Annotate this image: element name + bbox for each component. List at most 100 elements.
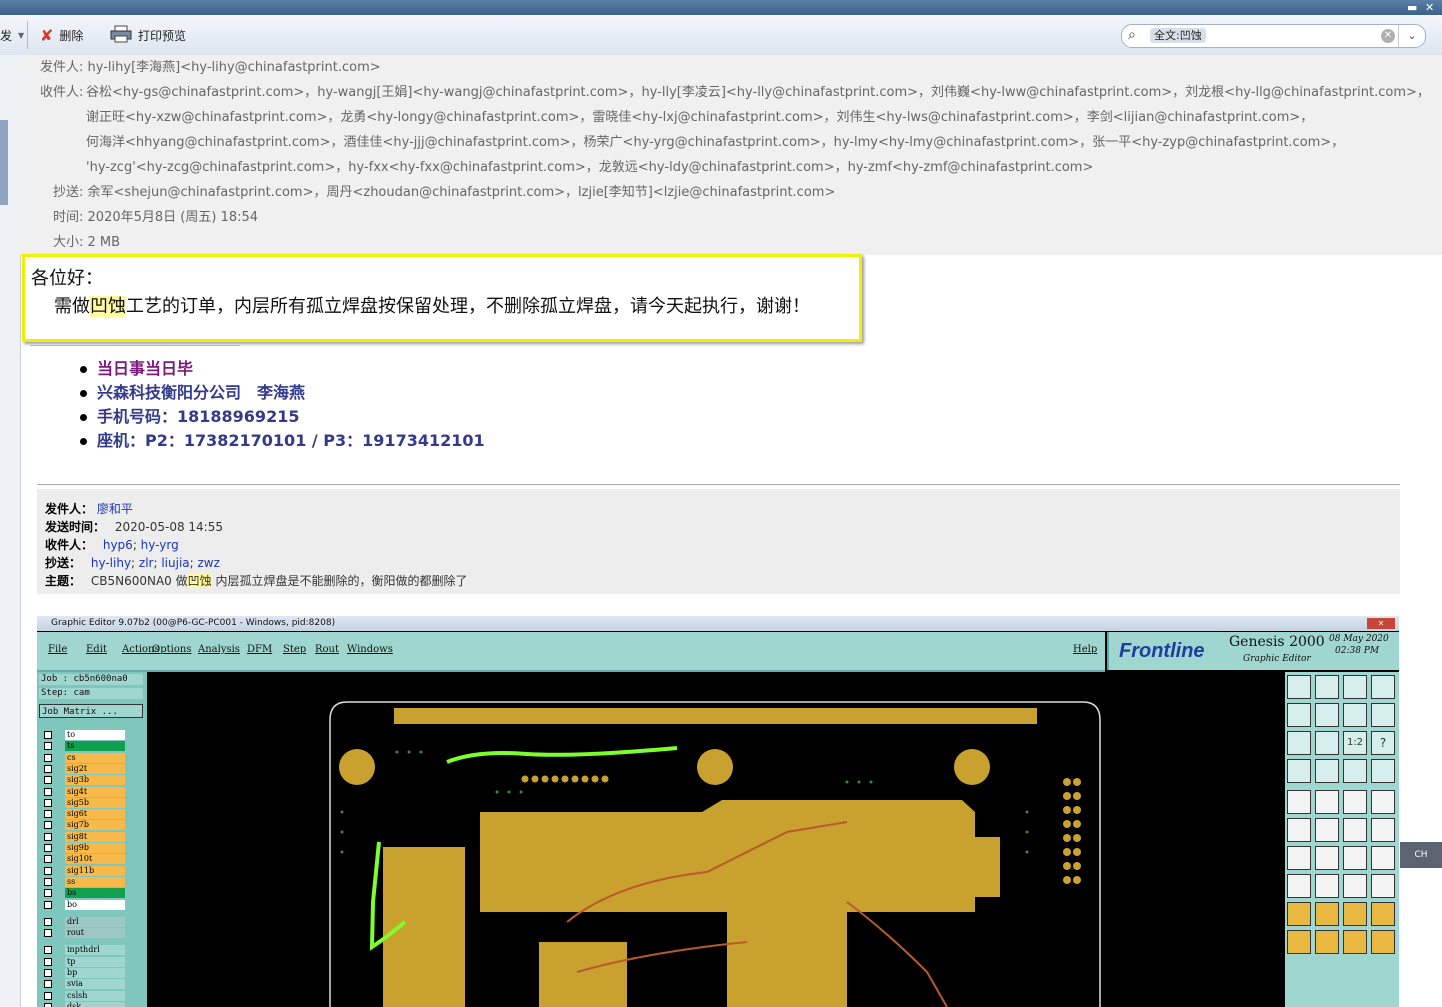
menu-file: File xyxy=(48,644,68,655)
tool-icon xyxy=(1343,846,1367,870)
forward-divider xyxy=(37,484,1400,485)
layer-checkbox xyxy=(44,742,52,751)
layer-checkbox xyxy=(44,832,52,841)
tool-icon xyxy=(1343,759,1367,783)
layer-row: drl xyxy=(39,916,125,927)
layer-checkbox xyxy=(44,889,52,898)
print-preview-label: 打印预览 xyxy=(138,28,187,43)
search-query-chip[interactable]: 全文:凹蚀 xyxy=(1150,28,1206,43)
language-indicator[interactable]: CH xyxy=(1400,842,1442,868)
layer-row: sig3b xyxy=(39,775,125,786)
tool-icon xyxy=(1315,818,1339,842)
menu-step: Step xyxy=(283,644,307,655)
signature-line: 当日事当日毕 xyxy=(80,357,485,381)
layer-checkbox xyxy=(44,929,52,938)
product-subname: Graphic Editor xyxy=(1243,654,1311,664)
menu-options: Options xyxy=(152,644,192,655)
message-text: 需做凹蚀工艺的订单，内层所有孤立焊盘按保留处理，不删除孤立焊盘，请今天起执行，谢… xyxy=(54,292,810,318)
menu-rout: Rout xyxy=(315,644,340,655)
to-line-2[interactable]: 谢正旺<hy-xzw@chinafastprint.com>，龙勇<hy-lon… xyxy=(86,106,1313,125)
clear-search-icon[interactable]: ✕ xyxy=(1381,29,1395,43)
layer-panel: Job : cb5n600na0 Step: cam Job Matrix ..… xyxy=(37,672,147,1007)
folder-pane[interactable] xyxy=(0,55,21,1007)
close-icon[interactable]: ✕ xyxy=(1425,1,1434,14)
fwd-subject-row: 主题： CB5N600NA0 做凹蚀 内层孤立焊盘是不能删除的，衡阳做的都删除了 xyxy=(45,572,467,589)
time-readout: 02:38 PM xyxy=(1335,646,1380,656)
layer-checkbox xyxy=(44,731,52,739)
tool-icon xyxy=(1371,703,1395,727)
delete-button[interactable]: ✘ 删除 xyxy=(40,25,83,45)
layer-row: svia xyxy=(39,979,125,990)
genesis-window-title-text: Graphic Editor 9.07b2 (00@P6-GC-PC001 - … xyxy=(51,618,336,628)
tool-icon xyxy=(1287,846,1311,870)
fwd-subject-label: 主题： xyxy=(45,574,82,588)
fwd-cc-recipient[interactable]: liujia xyxy=(161,556,189,570)
layer-checkbox xyxy=(44,917,52,926)
size-row: 大小: 2 MB xyxy=(53,231,120,250)
tool-icon xyxy=(1315,731,1339,755)
layer-checkbox xyxy=(44,991,52,1000)
minimize-icon[interactable]: ▬ xyxy=(1407,1,1417,14)
layer-row: bs xyxy=(39,888,125,899)
genesis-screenshot: Graphic Editor 9.07b2 (00@P6-GC-PC001 - … xyxy=(37,616,1399,1007)
cc-value[interactable]: 余军<shejun@chinafastprint.com>，周丹<zhoudan… xyxy=(88,185,836,200)
to-line-3[interactable]: 何海洋<hhyang@chinafastprint.com>，酒佳佳<hy-jj… xyxy=(86,131,1344,150)
message-text-highlight: 凹蚀 xyxy=(90,296,126,317)
to-line-4[interactable]: 'hy-zcg'<hy-zcg@chinafastprint.com>，hy-f… xyxy=(86,156,1093,175)
layer-checkbox xyxy=(44,855,52,864)
signature-divider xyxy=(30,345,240,346)
tool-icon xyxy=(1315,790,1339,814)
fwd-from-value[interactable]: 廖和平 xyxy=(97,502,133,516)
layer-name: ss xyxy=(65,876,125,887)
chevron-down-icon: ▼ xyxy=(18,30,25,40)
layer-name: bp xyxy=(65,968,125,978)
layer-row: dsk xyxy=(39,1001,125,1007)
message-text-after: 工艺的订单，内层所有孤立焊盘按保留处理，不删除孤立焊盘，请今天起执行，谢谢！ xyxy=(126,296,810,317)
help-icon: ? xyxy=(1371,731,1395,755)
fwd-cc-recipient[interactable]: zwz xyxy=(198,556,220,570)
layer-name: ts xyxy=(65,741,125,752)
layer-name: sig8t xyxy=(65,831,125,842)
fwd-cc-recipient[interactable]: zlr xyxy=(139,556,154,570)
layer-name: to xyxy=(65,730,125,740)
tool-icon xyxy=(1287,675,1311,699)
from-value[interactable]: hy-lihy[李海燕]<hy-lihy@chinafastprint.com> xyxy=(88,60,381,75)
to-line-1[interactable]: 谷松<hy-gs@chinafastprint.com>，hy-wangj[王娟… xyxy=(86,81,1430,100)
fwd-sent-value: 2020-05-08 14:55 xyxy=(114,520,223,534)
layer-name: sig4t xyxy=(65,786,125,797)
from-label: 发件人: xyxy=(40,60,84,75)
cut-off-button[interactable]: 发 ▼ xyxy=(0,25,24,45)
tool-icon xyxy=(1315,846,1339,870)
delete-icon: ✘ xyxy=(40,25,54,45)
step-field: Step: cam xyxy=(39,688,143,699)
layer-row: rout xyxy=(39,928,125,939)
cc-label: 抄送: xyxy=(53,185,84,200)
tool-icon xyxy=(1315,874,1339,898)
fwd-cc-recipient[interactable]: hy-lihy xyxy=(91,556,131,570)
tool-icon xyxy=(1287,902,1311,926)
pointer-icon xyxy=(1371,930,1395,954)
print-preview-button[interactable]: 打印预览 xyxy=(110,25,186,45)
search-box[interactable]: ⌕ 全文:凹蚀 ✕ ⌄ xyxy=(1121,24,1426,48)
tool-icon xyxy=(1343,790,1367,814)
mount-pad xyxy=(339,749,375,785)
layer-row: sig10t xyxy=(39,854,125,865)
tool-palette: 1:2 ? xyxy=(1285,672,1399,1007)
mail-toolbar: 发 ▼ ✘ 删除 打印预览 ⌕ 全文:凹蚀 ✕ ⌄ xyxy=(0,15,1442,56)
layer-name: sig9b xyxy=(65,843,125,853)
tool-icon xyxy=(1343,703,1367,727)
tool-icon xyxy=(1287,703,1311,727)
cc-row: 抄送: 余军<shejun@chinafastprint.com>，周丹<zho… xyxy=(53,181,835,200)
layer-name: sig6t xyxy=(65,809,125,820)
fwd-to-recipient[interactable]: hyp6 xyxy=(103,538,133,552)
search-options-chevron-icon[interactable]: ⌄ xyxy=(1398,25,1425,47)
greeting: 各位好： xyxy=(31,268,103,289)
tool-icon xyxy=(1371,818,1395,842)
printer-icon xyxy=(110,25,132,46)
layer-row: sig9b xyxy=(39,843,125,853)
fwd-subject-highlight: 凹蚀 xyxy=(187,574,212,588)
layer-checkbox xyxy=(44,798,52,807)
fwd-to-recipient[interactable]: hy-yrg xyxy=(141,538,179,552)
fwd-sent-row: 发送时间： 2020-05-08 14:55 xyxy=(45,518,223,535)
layer-name: sig10t xyxy=(65,854,125,865)
